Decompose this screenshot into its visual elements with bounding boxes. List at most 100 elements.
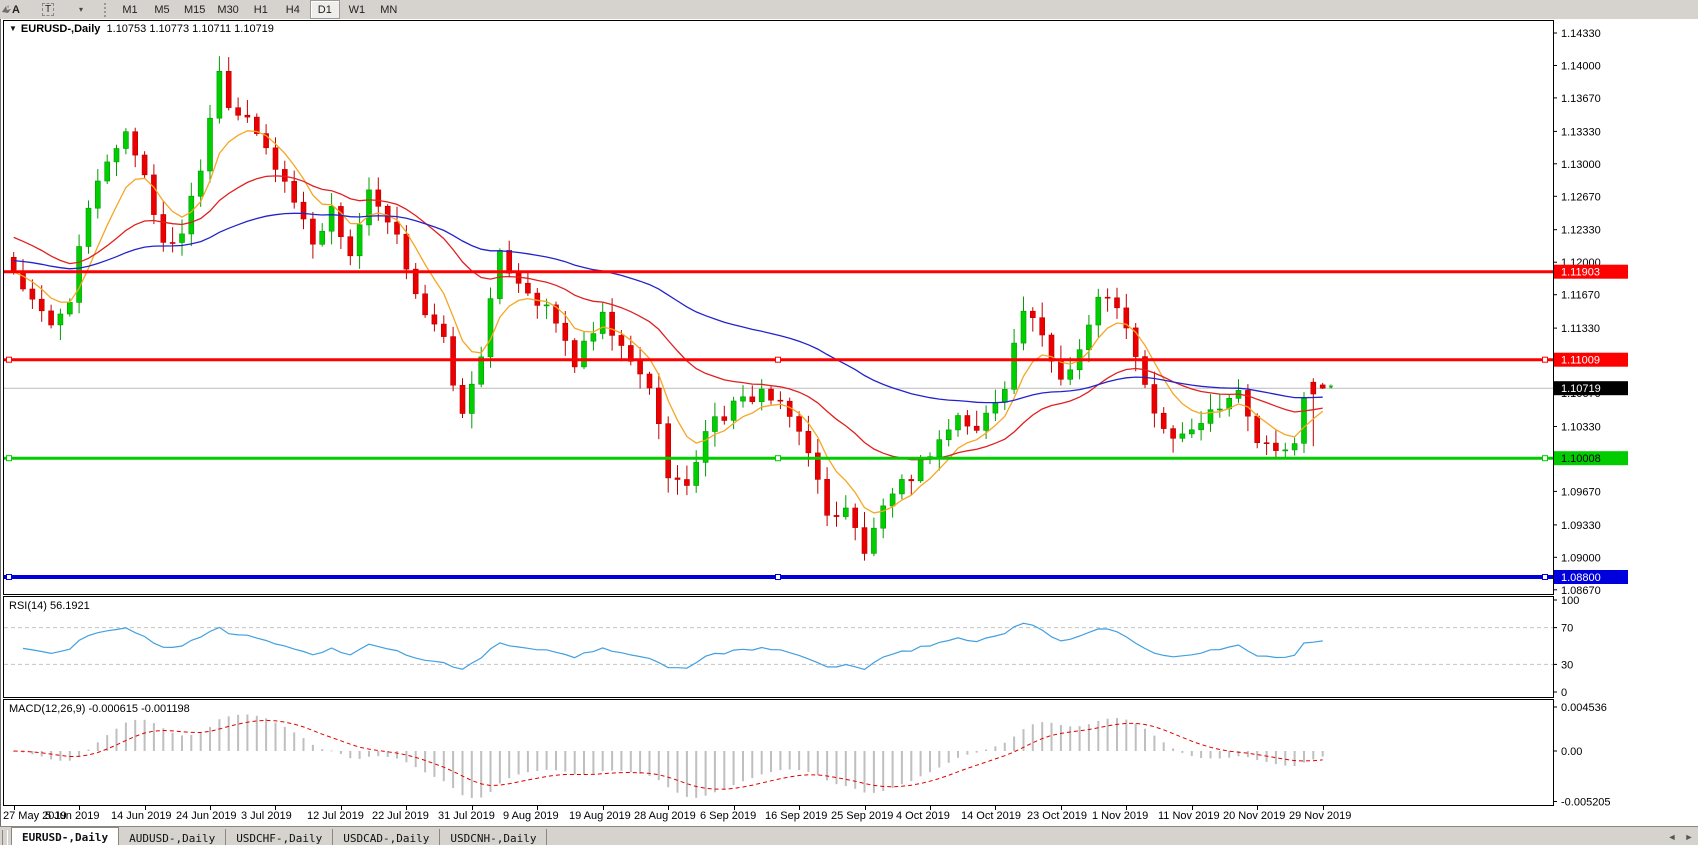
main-chart[interactable]: *1.143301.140001.136701.133301.130001.12… <box>1 19 1698 596</box>
hline-handle[interactable] <box>7 357 12 362</box>
macd-histogram-bar <box>705 751 707 796</box>
macd-histogram-bar <box>733 751 735 785</box>
macd-histogram-bar <box>1041 722 1043 751</box>
candle-body <box>329 206 334 231</box>
candle-body <box>1283 450 1288 451</box>
date-label: 5 Jun 2019 <box>45 810 99 822</box>
hline-handle[interactable] <box>776 575 781 580</box>
symbol-tab-audusd[interactable]: AUDUSD-,Daily <box>119 829 226 845</box>
rsi-pane[interactable]: 10070300 <box>1 596 1698 698</box>
macd-histogram-bar <box>359 751 361 759</box>
candle-body <box>899 479 904 494</box>
candle-body <box>843 508 848 517</box>
timeframe-m1-button[interactable]: M1 <box>115 0 145 19</box>
candle-body <box>797 417 802 432</box>
candle-body <box>759 389 764 402</box>
text-label-button[interactable]: T <box>33 0 63 19</box>
macd-histogram-bar <box>845 751 847 786</box>
chart-title-collapse-icon[interactable]: ▼ <box>9 24 17 33</box>
candle-body <box>572 341 577 367</box>
symbol-tab-usdchf[interactable]: USDCHF-,Daily <box>226 829 333 845</box>
macd-histogram-bar <box>405 751 407 762</box>
symbol-tab-eurusd[interactable]: EURUSD-,Daily <box>11 827 119 845</box>
candle-body <box>114 149 119 162</box>
candle-body <box>1086 325 1091 350</box>
candle-body <box>684 480 689 486</box>
symbol-tab-usdcnh[interactable]: USDCNH-,Daily <box>440 829 547 845</box>
macd-histogram-bar <box>966 751 968 755</box>
macd-histogram-bar <box>508 751 510 778</box>
toolbar-drag-handle[interactable] <box>104 3 109 17</box>
main-plot-area[interactable] <box>4 21 1554 595</box>
candle-body <box>1255 416 1260 443</box>
symbol-tab-usdcad[interactable]: USDCAD-,Daily <box>333 829 440 845</box>
timeframe-h1-button[interactable]: H1 <box>246 0 276 19</box>
macd-histogram-bar <box>50 751 52 759</box>
candle-body <box>647 374 652 388</box>
candle-body <box>1302 398 1307 443</box>
macd-histogram-bar <box>1191 751 1193 756</box>
candle-body <box>460 385 465 413</box>
candle-body <box>750 397 755 402</box>
candle-body <box>67 302 72 314</box>
macd-histogram-bar <box>78 751 80 756</box>
price-tick-label: 1.14330 <box>1561 28 1601 40</box>
macd-histogram-bar <box>677 751 679 793</box>
candle-body <box>965 416 970 427</box>
tab-scroll-right-button[interactable]: ► <box>1681 830 1697 844</box>
hline-handle[interactable] <box>7 575 12 580</box>
timeframe-m15-button[interactable]: M15 <box>179 0 210 19</box>
candle-body <box>1264 443 1269 444</box>
candle-body <box>180 234 185 243</box>
macd-histogram-bar <box>1163 742 1165 751</box>
candle-body <box>395 222 400 234</box>
hline-handle[interactable] <box>7 456 12 461</box>
macd-histogram-bar <box>948 751 950 763</box>
price-tick-label: 1.12330 <box>1561 225 1601 237</box>
timeframe-mn-button[interactable]: MN <box>374 0 404 19</box>
timeframe-m5-button[interactable]: M5 <box>147 0 177 19</box>
candle-body <box>142 155 147 175</box>
timeframe-h4-button[interactable]: H4 <box>278 0 308 19</box>
candle-body <box>712 417 717 432</box>
macd-pane[interactable]: 0.0045360.00-0.005205 <box>1 699 1698 806</box>
candle-body <box>1189 430 1194 434</box>
macd-histogram-bar <box>1079 726 1081 751</box>
arrows-tool-button[interactable]: ▾ <box>65 0 95 19</box>
timeframe-w1-button[interactable]: W1 <box>342 0 372 19</box>
macd-histogram-bar <box>1069 726 1071 751</box>
candle-body <box>741 397 746 401</box>
tabbar-drag-handle[interactable] <box>2 830 8 845</box>
date-label: 22 Jul 2019 <box>372 810 429 822</box>
timeframe-m30-button[interactable]: M30 <box>212 0 243 19</box>
candle-body <box>544 305 549 306</box>
candle-body <box>105 162 110 181</box>
macd-histogram-bar <box>789 751 791 770</box>
hline-handle[interactable] <box>776 357 781 362</box>
hline-handle[interactable] <box>1543 456 1548 461</box>
macd-histogram-bar <box>620 751 622 771</box>
hline-handle[interactable] <box>1543 575 1548 580</box>
macd-tick-label: -0.005205 <box>1561 797 1611 807</box>
end-marker-icon: * <box>1329 383 1334 395</box>
macd-histogram-bar <box>1004 743 1006 751</box>
macd-histogram-bar <box>985 750 987 752</box>
macd-histogram-bar <box>415 751 417 767</box>
macd-histogram-bar <box>59 751 61 761</box>
macd-histogram-bar <box>1210 751 1212 758</box>
candle-body <box>39 299 44 311</box>
macd-histogram-bar <box>368 751 370 757</box>
macd-histogram-bar <box>41 751 43 757</box>
candle-body <box>769 389 774 400</box>
time-axis[interactable]: 27 May 20195 Jun 201914 Jun 201924 Jun 2… <box>1 806 1698 826</box>
tab-scroll-left-button[interactable]: ◄ <box>1664 830 1680 844</box>
chevron-down-icon: ▾ <box>79 5 83 14</box>
rsi-plot-area[interactable] <box>4 597 1554 698</box>
hline-handle[interactable] <box>776 456 781 461</box>
hline-handle[interactable] <box>1543 357 1548 362</box>
date-label: 14 Jun 2019 <box>111 810 172 822</box>
timeframe-d1-button[interactable]: D1 <box>310 0 340 19</box>
macd-plot-area[interactable] <box>4 700 1554 806</box>
candle-body <box>1040 318 1045 335</box>
candle-body <box>516 273 521 283</box>
